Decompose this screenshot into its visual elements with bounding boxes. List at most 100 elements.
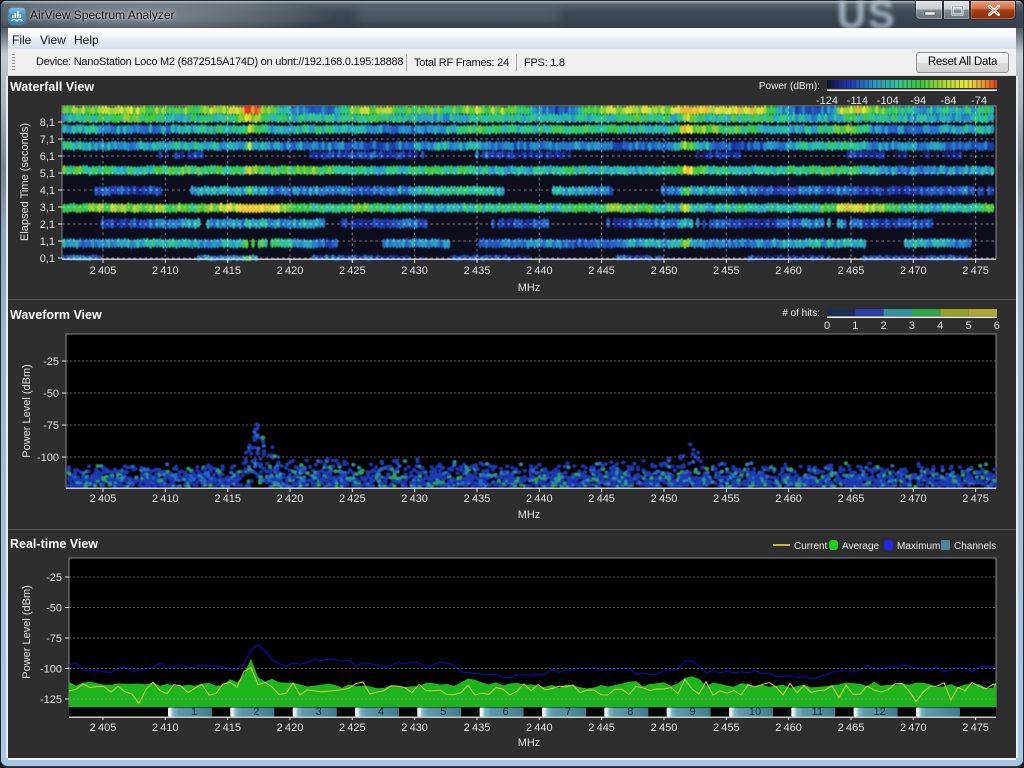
svg-text:2 455: 2 455 bbox=[713, 722, 740, 734]
svg-text:-124: -124 bbox=[816, 95, 838, 107]
svg-text:2: 2 bbox=[881, 320, 887, 332]
svg-text:2 450: 2 450 bbox=[651, 722, 678, 734]
svg-text:2 445: 2 445 bbox=[588, 493, 615, 505]
svg-text:4: 4 bbox=[937, 320, 943, 332]
svg-text:2 425: 2 425 bbox=[339, 722, 366, 734]
svg-text:2 475: 2 475 bbox=[962, 722, 989, 734]
svg-text:2 405: 2 405 bbox=[90, 265, 117, 277]
svg-text:8,1: 8,1 bbox=[40, 117, 55, 129]
svg-text:8: 8 bbox=[627, 706, 633, 718]
svg-text:2 465: 2 465 bbox=[838, 265, 865, 277]
svg-text:1,1: 1,1 bbox=[40, 236, 55, 248]
svg-text:Real-time View: Real-time View bbox=[10, 537, 98, 551]
svg-text:5: 5 bbox=[965, 320, 971, 332]
svg-text:-94: -94 bbox=[910, 95, 926, 107]
svg-text:4,1: 4,1 bbox=[40, 185, 55, 197]
svg-text:-74: -74 bbox=[971, 95, 987, 107]
svg-text:-125: -125 bbox=[40, 694, 62, 706]
svg-text:-84: -84 bbox=[941, 95, 957, 107]
svg-text:2 440: 2 440 bbox=[526, 722, 553, 734]
svg-text:2 420: 2 420 bbox=[277, 493, 304, 505]
svg-text:5,1: 5,1 bbox=[40, 168, 55, 180]
svg-text:2 405: 2 405 bbox=[90, 722, 117, 734]
svg-text:2 445: 2 445 bbox=[588, 265, 615, 277]
svg-text:2 420: 2 420 bbox=[277, 265, 304, 277]
svg-text:Current: Current bbox=[794, 541, 828, 552]
svg-text:2 455: 2 455 bbox=[713, 493, 740, 505]
svg-text:2 470: 2 470 bbox=[900, 493, 927, 505]
svg-text:3: 3 bbox=[909, 320, 915, 332]
svg-text:4: 4 bbox=[378, 706, 384, 718]
svg-text:0,1: 0,1 bbox=[40, 253, 55, 265]
svg-text:2,1: 2,1 bbox=[40, 219, 55, 231]
svg-text:2 475: 2 475 bbox=[962, 493, 989, 505]
svg-text:2 415: 2 415 bbox=[214, 265, 241, 277]
svg-text:-50: -50 bbox=[46, 603, 62, 615]
svg-text:Power Level (dBm): Power Level (dBm) bbox=[21, 364, 33, 458]
svg-text:2: 2 bbox=[253, 706, 259, 718]
svg-text:-75: -75 bbox=[46, 633, 62, 645]
svg-text:Maximum: Maximum bbox=[897, 541, 940, 552]
svg-text:Channels: Channels bbox=[954, 541, 996, 552]
svg-text:2 425: 2 425 bbox=[339, 493, 366, 505]
svg-text:2 470: 2 470 bbox=[900, 265, 927, 277]
svg-text:Power (dBm):: Power (dBm): bbox=[759, 81, 820, 92]
svg-text:MHz: MHz bbox=[518, 737, 541, 749]
svg-text:2 410: 2 410 bbox=[152, 265, 179, 277]
svg-text:MHz: MHz bbox=[518, 509, 541, 521]
svg-text:Elapsed Time (seconds): Elapsed Time (seconds) bbox=[19, 123, 31, 241]
svg-text:2 435: 2 435 bbox=[464, 493, 491, 505]
svg-text:10: 10 bbox=[749, 706, 761, 718]
svg-text:2 430: 2 430 bbox=[401, 722, 428, 734]
svg-text:2 435: 2 435 bbox=[464, 265, 491, 277]
svg-text:2 430: 2 430 bbox=[401, 265, 428, 277]
svg-text:6: 6 bbox=[503, 706, 509, 718]
svg-text:2 410: 2 410 bbox=[152, 493, 179, 505]
svg-text:6: 6 bbox=[994, 320, 1000, 332]
svg-text:9: 9 bbox=[690, 706, 696, 718]
svg-text:2 430: 2 430 bbox=[401, 493, 428, 505]
svg-text:2 415: 2 415 bbox=[214, 493, 241, 505]
svg-text:-114: -114 bbox=[847, 95, 868, 107]
svg-text:3: 3 bbox=[316, 706, 322, 718]
svg-text:2 405: 2 405 bbox=[90, 493, 117, 505]
svg-text:2 425: 2 425 bbox=[339, 265, 366, 277]
svg-text:7,1: 7,1 bbox=[40, 134, 55, 146]
svg-text:2 475: 2 475 bbox=[962, 265, 989, 277]
svg-text:MHz: MHz bbox=[518, 282, 541, 294]
svg-text:2 440: 2 440 bbox=[526, 265, 553, 277]
svg-text:2 460: 2 460 bbox=[775, 265, 802, 277]
svg-text:2 450: 2 450 bbox=[651, 265, 678, 277]
svg-text:12: 12 bbox=[873, 706, 885, 718]
svg-text:Average: Average bbox=[842, 541, 880, 552]
svg-text:1: 1 bbox=[191, 706, 197, 718]
svg-text:2 455: 2 455 bbox=[713, 265, 740, 277]
svg-text:2 470: 2 470 bbox=[900, 722, 927, 734]
svg-text:Waveform View: Waveform View bbox=[10, 308, 102, 322]
svg-text:2 465: 2 465 bbox=[838, 493, 865, 505]
svg-text:2 460: 2 460 bbox=[775, 493, 802, 505]
svg-text:2 410: 2 410 bbox=[152, 722, 179, 734]
svg-text:-25: -25 bbox=[46, 572, 62, 584]
svg-text:2 450: 2 450 bbox=[651, 493, 678, 505]
svg-text:2 465: 2 465 bbox=[838, 722, 865, 734]
svg-text:-100: -100 bbox=[37, 452, 59, 464]
svg-text:11: 11 bbox=[812, 706, 823, 718]
svg-text:2 420: 2 420 bbox=[277, 722, 304, 734]
svg-text:2 445: 2 445 bbox=[588, 722, 615, 734]
svg-text:1: 1 bbox=[852, 320, 858, 332]
svg-text:6,1: 6,1 bbox=[40, 151, 55, 163]
svg-text:2 415: 2 415 bbox=[214, 722, 241, 734]
svg-text:-75: -75 bbox=[43, 420, 59, 432]
svg-text:-100: -100 bbox=[40, 664, 62, 676]
svg-text:Waterfall View: Waterfall View bbox=[10, 80, 94, 94]
svg-text:Power Level (dBm): Power Level (dBm) bbox=[21, 585, 33, 679]
svg-text:0: 0 bbox=[824, 320, 830, 332]
svg-text:-104: -104 bbox=[877, 95, 899, 107]
svg-text:2 435: 2 435 bbox=[464, 722, 491, 734]
svg-text:2 460: 2 460 bbox=[775, 722, 802, 734]
svg-text:-50: -50 bbox=[43, 388, 59, 400]
svg-text:5: 5 bbox=[440, 706, 446, 718]
svg-text:-25: -25 bbox=[43, 356, 59, 368]
svg-text:2 440: 2 440 bbox=[526, 493, 553, 505]
